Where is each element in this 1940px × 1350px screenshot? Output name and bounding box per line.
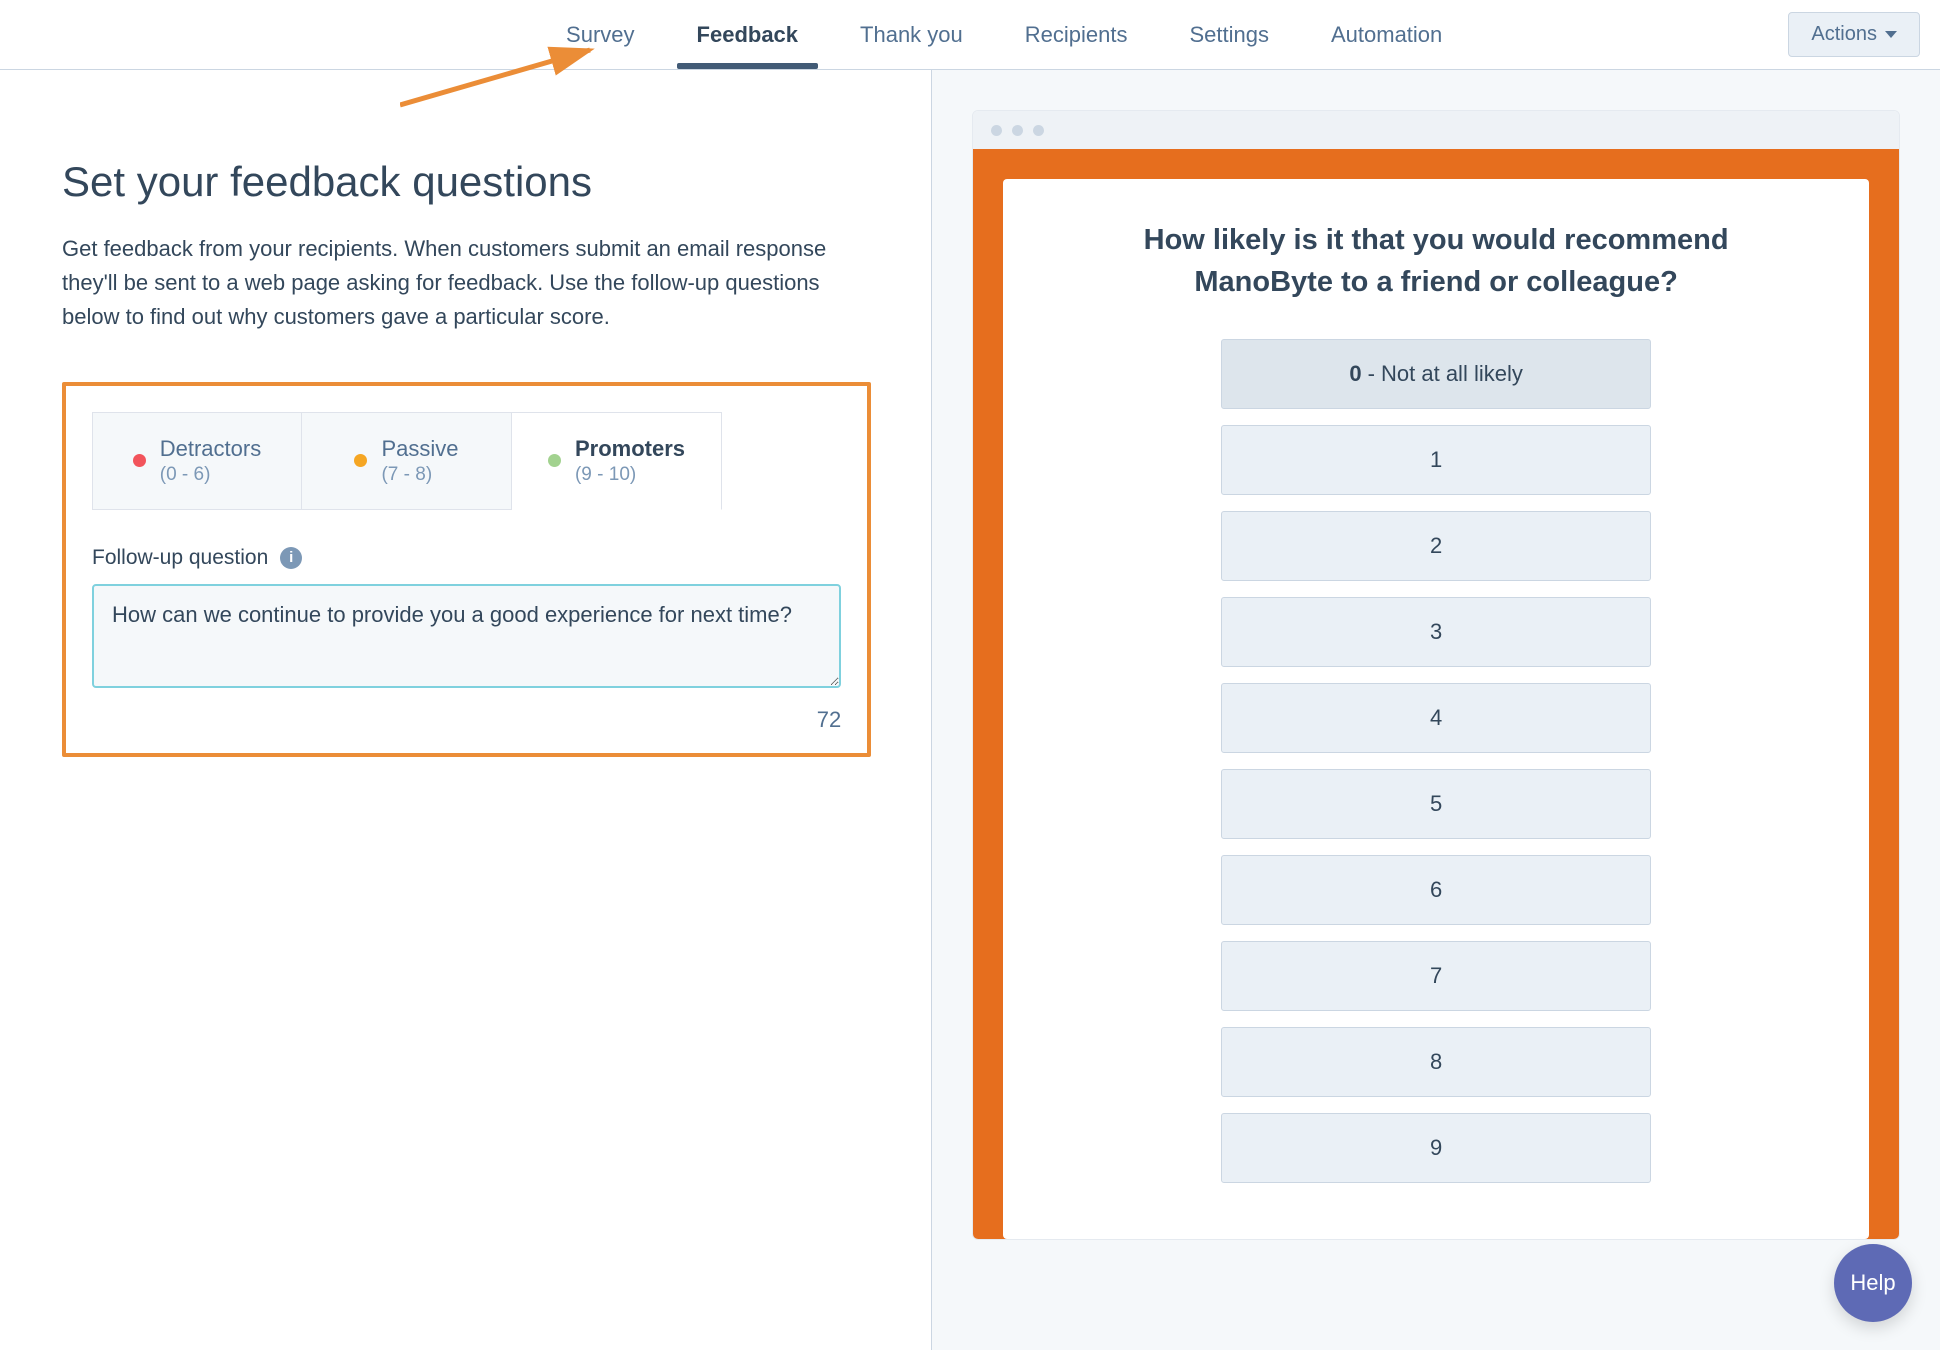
tab-automation[interactable]: Automation (1325, 2, 1448, 68)
tab-survey[interactable]: Survey (560, 2, 640, 68)
help-label: Help (1850, 1270, 1895, 1296)
window-dot-icon (991, 125, 1002, 136)
top-nav: Survey Feedback Thank you Recipients Setting… (0, 0, 1940, 70)
window-dot-icon (1012, 125, 1023, 136)
page-description: Get feedback from your recipients. When … (62, 232, 871, 334)
nps-option-2[interactable]: 2 (1221, 511, 1651, 581)
followup-card: Detractors(0 - 6)Passive(7 - 8)Promoters… (62, 382, 871, 756)
segment-range: (0 - 6) (160, 463, 211, 487)
browser-chrome (973, 111, 1899, 149)
actions-label: Actions (1811, 23, 1877, 46)
nps-option-5[interactable]: 5 (1221, 769, 1651, 839)
nps-option-9[interactable]: 9 (1221, 1113, 1651, 1183)
segment-range: (9 - 10) (575, 463, 636, 487)
segment-dot-icon (354, 454, 367, 467)
help-button[interactable]: Help (1834, 1244, 1912, 1322)
tab-settings[interactable]: Settings (1183, 2, 1275, 68)
segment-tab-promoters[interactable]: Promoters(9 - 10) (512, 412, 722, 509)
segment-title: Promoters (575, 435, 685, 463)
page-title: Set your feedback questions (62, 158, 871, 206)
segment-title: Detractors (160, 435, 261, 463)
segment-dot-icon (133, 454, 146, 467)
survey-question: How likely is it that you would recommen… (1086, 219, 1786, 303)
nps-option-1[interactable]: 1 (1221, 425, 1651, 495)
segment-dot-icon (548, 454, 561, 467)
browser-preview: How likely is it that you would recommen… (972, 110, 1900, 1240)
nps-option-4[interactable]: 4 (1221, 683, 1651, 753)
segment-tab-passive[interactable]: Passive(7 - 8) (302, 412, 512, 509)
left-panel: Set your feedback questions Get feedback… (0, 70, 931, 1350)
actions-button[interactable]: Actions (1788, 12, 1920, 57)
followup-label-row: Follow-up question i (92, 546, 841, 570)
tab-recipients[interactable]: Recipients (1019, 2, 1134, 68)
info-icon[interactable]: i (280, 547, 302, 569)
followup-textarea[interactable] (92, 584, 841, 688)
tab-thank-you[interactable]: Thank you (854, 2, 969, 68)
nps-option-8[interactable]: 8 (1221, 1027, 1651, 1097)
segment-tab-detractors[interactable]: Detractors(0 - 6) (92, 412, 302, 509)
segment-title: Passive (381, 435, 458, 463)
preview-panel: How likely is it that you would recommen… (932, 70, 1940, 1350)
nps-option-7[interactable]: 7 (1221, 941, 1651, 1011)
window-dot-icon (1033, 125, 1044, 136)
segment-range: (7 - 8) (381, 463, 432, 487)
char-count: 72 (92, 707, 841, 733)
followup-label: Follow-up question (92, 546, 268, 570)
tab-feedback[interactable]: Feedback (691, 2, 805, 68)
nps-option-3[interactable]: 3 (1221, 597, 1651, 667)
nps-option-6[interactable]: 6 (1221, 855, 1651, 925)
nps-option-0[interactable]: 0 - Not at all likely (1221, 339, 1651, 409)
chevron-down-icon (1885, 31, 1897, 38)
